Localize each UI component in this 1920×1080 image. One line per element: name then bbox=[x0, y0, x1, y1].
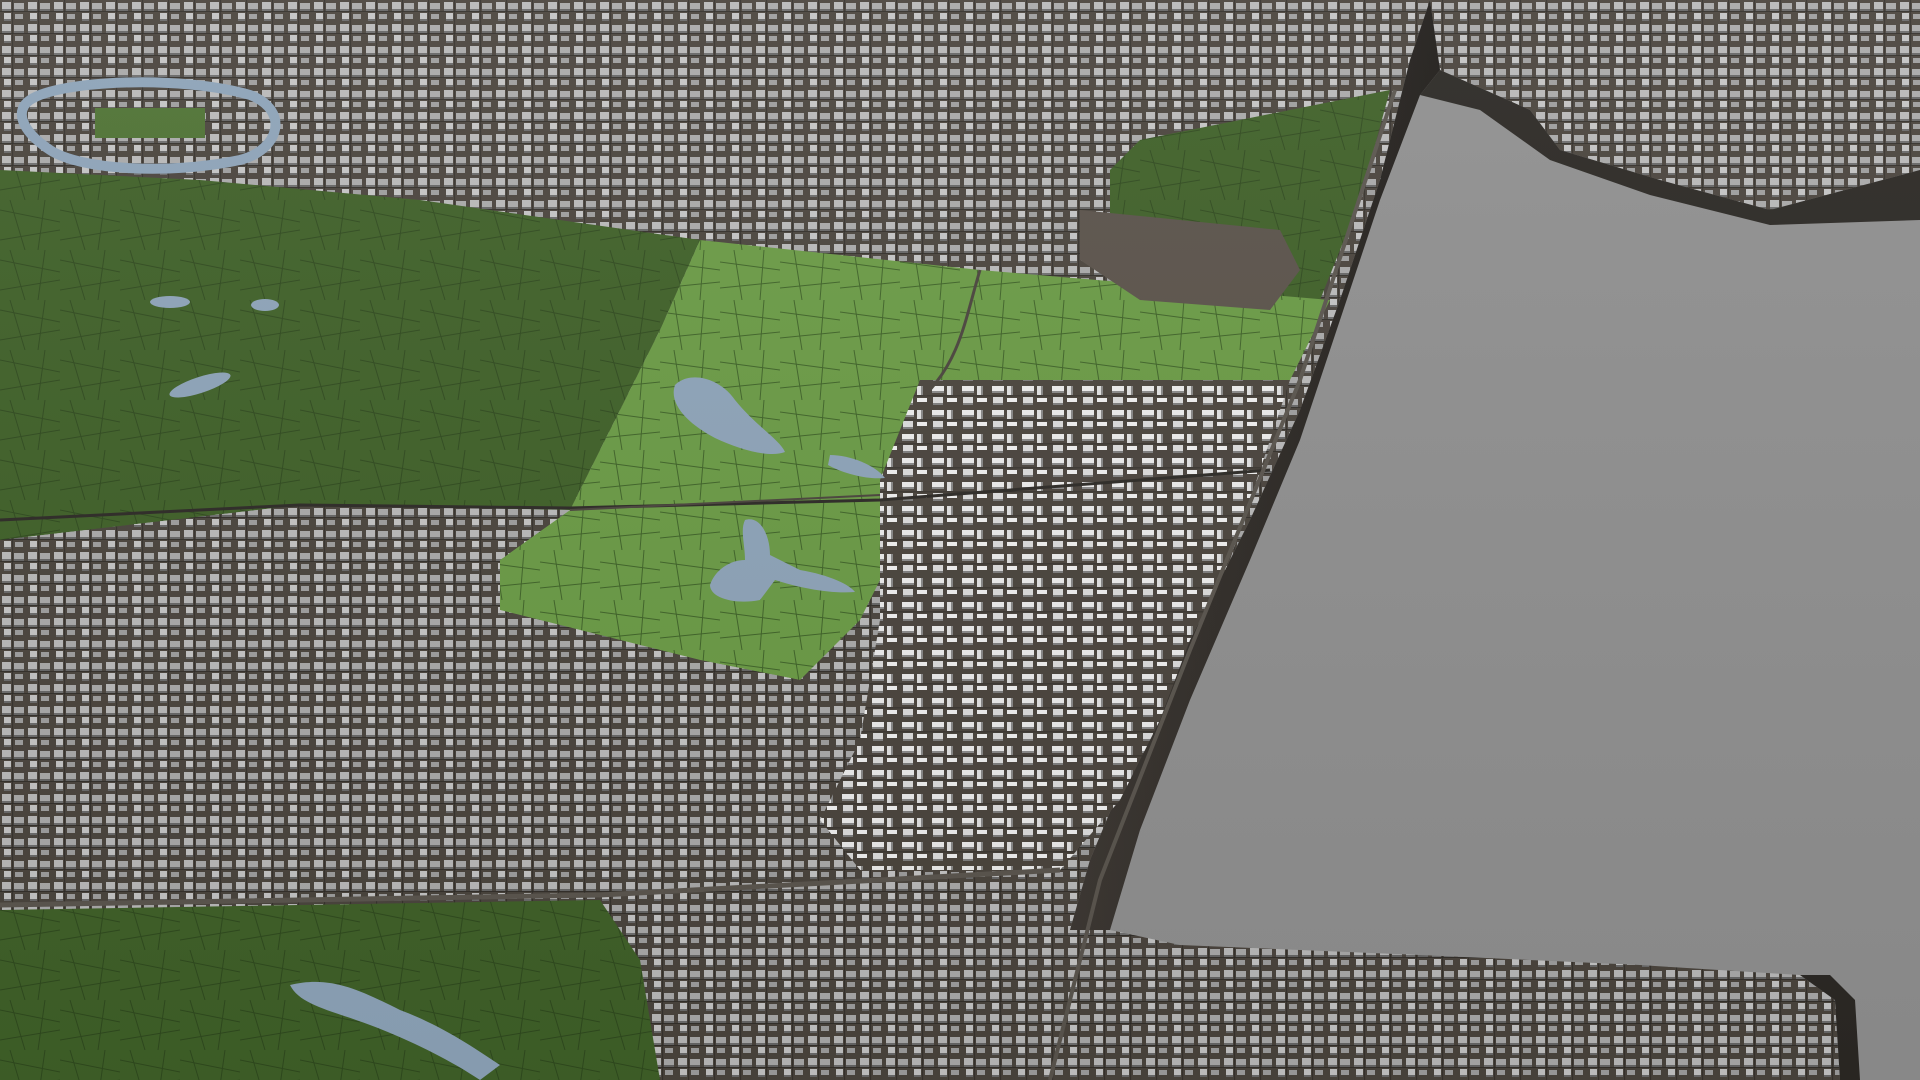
atmosphere-haze bbox=[0, 0, 1920, 1080]
city-terrain-render[interactable] bbox=[0, 0, 1920, 1080]
map-viewport[interactable] bbox=[0, 0, 1920, 1080]
